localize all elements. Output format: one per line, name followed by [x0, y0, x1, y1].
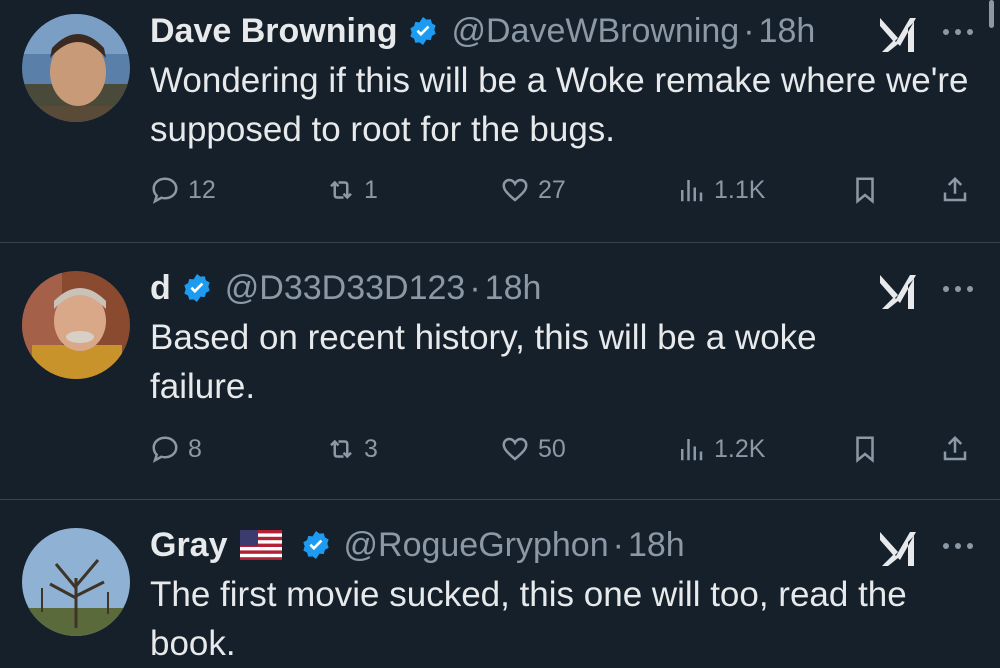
more-options-icon[interactable]	[938, 536, 978, 556]
display-name[interactable]: Dave Browning	[150, 12, 397, 51]
display-name[interactable]: Gray	[150, 526, 228, 565]
display-name[interactable]: d	[150, 269, 171, 308]
bookmark-button[interactable]	[850, 170, 880, 210]
share-button[interactable]	[940, 429, 970, 469]
timestamp[interactable]: 18h	[628, 526, 685, 565]
reply-button[interactable]: 8	[150, 429, 202, 469]
grok-icon[interactable]	[876, 12, 920, 56]
repost-count: 3	[364, 434, 378, 463]
repost-count: 1	[364, 175, 378, 204]
handle[interactable]: @DaveWBrowning	[451, 12, 739, 51]
separator-dot: ·	[612, 525, 624, 564]
repost-button[interactable]: 1	[326, 170, 378, 210]
heart-icon	[502, 437, 528, 461]
us-flag-icon	[239, 530, 282, 560]
tweet-2[interactable]: d @D33D33D123 · 18h Based on recent hist…	[0, 243, 1000, 499]
like-button[interactable]: 27	[500, 170, 566, 210]
more-options-icon[interactable]	[938, 22, 978, 42]
reply-icon	[152, 177, 178, 204]
reply-button[interactable]: 12	[150, 170, 216, 210]
bookmark-button[interactable]	[850, 429, 880, 469]
views-count: 1.2K	[714, 434, 766, 463]
share-button[interactable]	[940, 170, 970, 210]
grok-icon[interactable]	[876, 526, 920, 570]
views-icon	[681, 180, 703, 202]
timestamp[interactable]: 18h	[485, 269, 542, 308]
separator-dot: ·	[743, 11, 755, 50]
heart-icon	[502, 178, 528, 202]
tweet-text: The first movie sucked, this one will to…	[150, 575, 907, 663]
tweet-header: Gray @RogueGryphon · 18h	[150, 520, 685, 570]
bookmark-icon	[856, 436, 874, 463]
verified-badge-icon[interactable]	[300, 529, 332, 561]
like-button[interactable]: 50	[500, 429, 566, 469]
repost-icon	[330, 439, 352, 459]
like-count: 50	[538, 434, 566, 463]
verified-badge-icon[interactable]	[181, 272, 213, 304]
reply-icon	[152, 436, 178, 463]
avatar[interactable]	[22, 14, 130, 122]
separator-dot: ·	[469, 268, 481, 307]
like-count: 27	[538, 175, 566, 204]
tweet-actions: 8 3 50 1.2K	[150, 429, 980, 469]
reply-count: 12	[188, 175, 216, 204]
tweet-1[interactable]: Dave Browning @DaveWBrowning · 18h Wonde…	[0, 0, 1000, 242]
verified-badge-icon[interactable]	[407, 15, 439, 47]
tweet-header: d @D33D33D123 · 18h	[150, 263, 541, 313]
bookmark-icon	[856, 177, 874, 204]
views-count: 1.1K	[714, 175, 766, 204]
views-button[interactable]: 1.1K	[676, 170, 765, 210]
tweet-text: Based on recent history, this will be a …	[150, 318, 817, 406]
repost-button[interactable]: 3	[326, 429, 378, 469]
views-icon	[681, 439, 703, 461]
tweet-actions: 12 1 27 1.1K	[150, 170, 980, 210]
handle[interactable]: @D33D33D123	[225, 269, 466, 308]
tweet-3[interactable]: Gray @RogueGryphon · 18h The first movie…	[0, 500, 1000, 667]
grok-icon[interactable]	[876, 269, 920, 313]
handle[interactable]: @RogueGryphon	[344, 526, 609, 565]
share-icon	[943, 435, 967, 461]
avatar[interactable]	[22, 528, 130, 636]
avatar[interactable]	[22, 271, 130, 379]
reply-count: 8	[188, 434, 202, 463]
tweet-text: Wondering if this will be a Woke remake …	[150, 61, 969, 149]
repost-icon	[330, 180, 352, 200]
views-button[interactable]: 1.2K	[676, 429, 765, 469]
timestamp[interactable]: 18h	[759, 12, 816, 51]
more-options-icon[interactable]	[938, 279, 978, 299]
tweet-header: Dave Browning @DaveWBrowning · 18h	[150, 6, 815, 56]
share-icon	[943, 176, 967, 202]
